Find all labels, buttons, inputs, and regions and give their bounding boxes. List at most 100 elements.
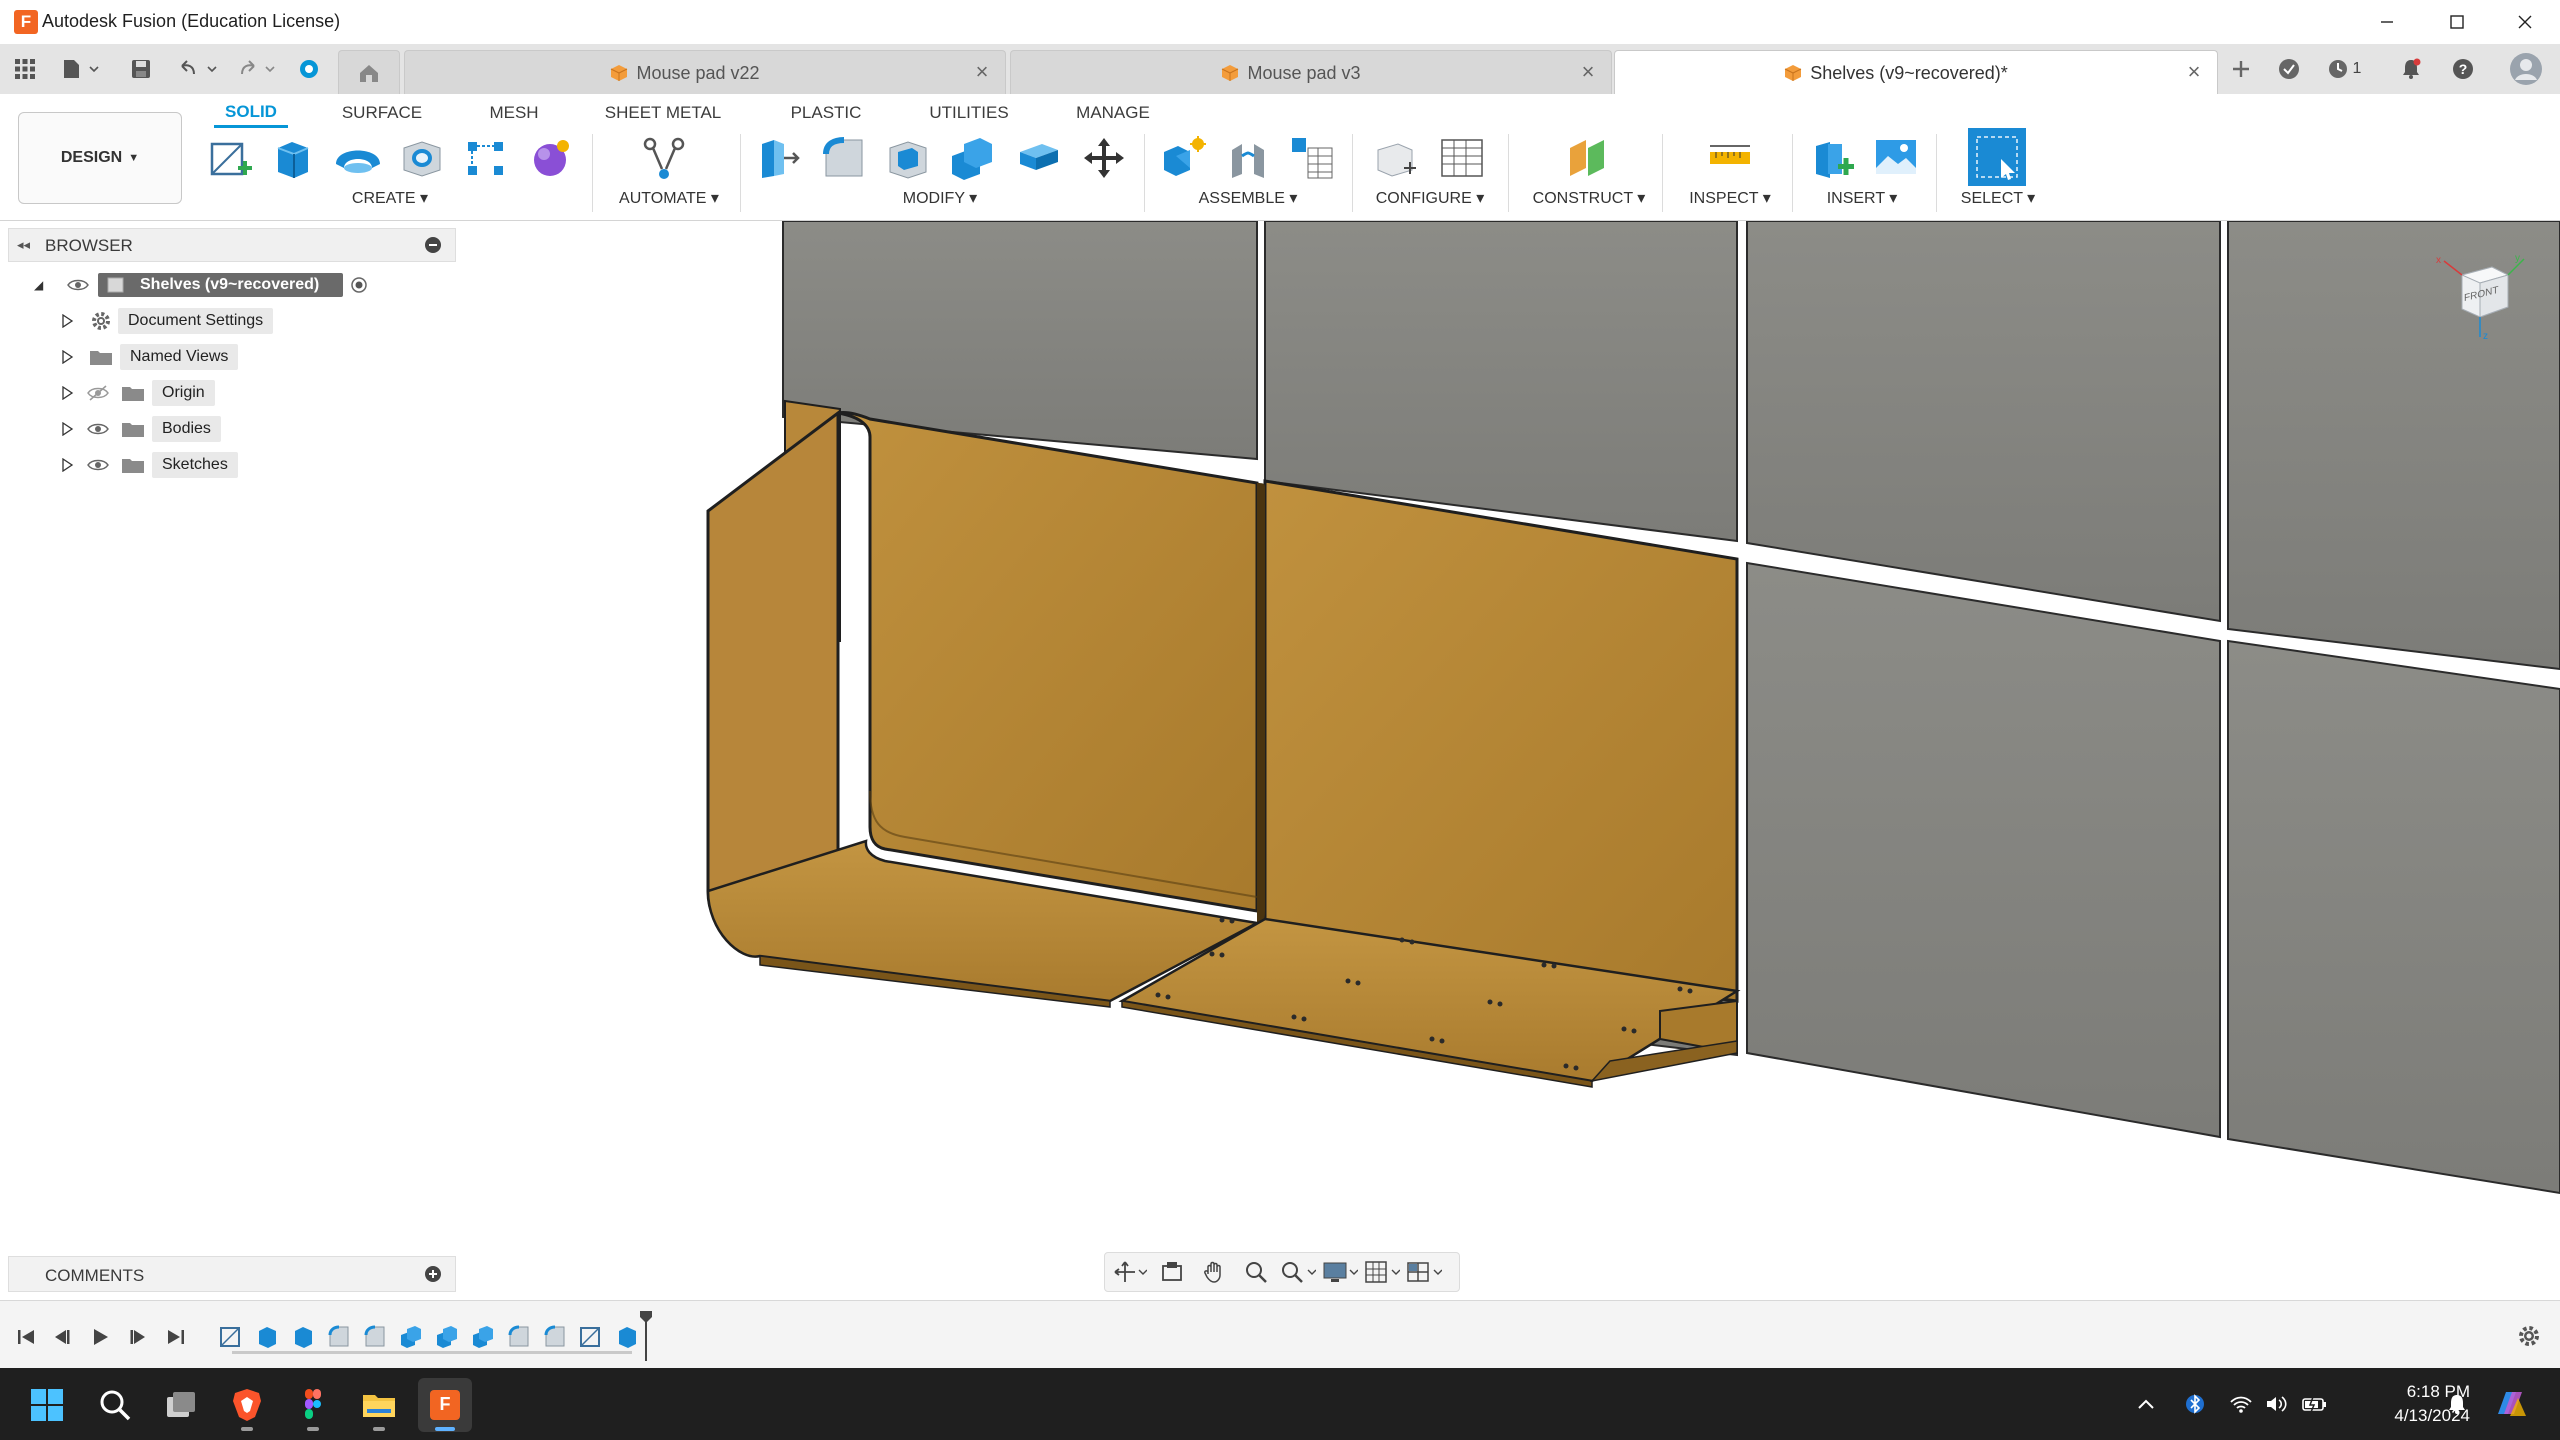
activate-radio-icon[interactable] [349,275,369,295]
windows-start-icon[interactable] [20,1378,74,1432]
construct-menu[interactable]: CONSTRUCT ▾ [1524,188,1654,210]
tree-item-document-settings[interactable]: Document Settings [60,306,456,336]
tab-manage[interactable]: MANAGE [1066,98,1160,128]
task-view-icon[interactable] [154,1378,208,1432]
expand-triangle-icon[interactable] [60,458,74,472]
grid-settings-icon[interactable] [1363,1256,1401,1288]
tab-mouse-pad-v22[interactable]: Mouse pad v22 × [404,50,1006,94]
tab-mesh[interactable]: MESH [474,98,554,128]
close-tab-icon[interactable]: × [2183,61,2205,83]
new-component-icon[interactable] [1158,130,1210,186]
tab-mouse-pad-v3[interactable]: Mouse pad v3 × [1010,50,1612,94]
expand-triangle-icon[interactable] [60,314,74,328]
collaboration-icon[interactable] [2274,54,2304,84]
browser-minimize-icon[interactable] [425,237,441,253]
expand-triangle-icon[interactable] [60,386,74,400]
notification-bell-icon[interactable] [2442,1386,2472,1422]
fusion-extension-icon[interactable] [294,54,324,84]
zoom-icon[interactable] [1237,1256,1275,1288]
tab-solid[interactable]: SOLID [214,98,288,128]
go-to-end-icon[interactable] [162,1323,190,1351]
close-tab-icon[interactable]: × [1577,61,1599,83]
collapse-panel-icon[interactable]: ◂◂ [17,237,30,253]
timeline-fillet-icon[interactable] [360,1321,390,1351]
timeline-combine-icon[interactable] [396,1321,426,1351]
automate-menu[interactable]: AUTOMATE ▾ [604,188,734,210]
redo-icon[interactable] [234,54,280,84]
fillet-icon[interactable] [818,130,870,186]
create-form-icon[interactable] [524,130,576,186]
wifi-icon[interactable] [2226,1386,2256,1422]
expand-triangle-icon[interactable] [60,350,74,364]
browser-panel-header[interactable]: ◂◂ BROWSER [8,228,456,262]
timeline-extrude-icon[interactable] [288,1321,318,1351]
file-menu-icon[interactable] [58,54,104,84]
play-icon[interactable] [86,1323,114,1351]
combine-icon[interactable] [946,130,998,186]
insert-menu[interactable]: INSERT ▾ [1804,188,1920,210]
timeline-combine-icon[interactable] [432,1321,462,1351]
eye-icon[interactable] [66,277,92,293]
step-forward-icon[interactable] [124,1323,152,1351]
maximize-button[interactable] [2422,0,2492,44]
eye-icon[interactable] [86,457,114,473]
hole-icon[interactable] [396,130,448,186]
pan-hand-icon[interactable] [1195,1256,1233,1288]
insert-canvas-icon[interactable] [1870,130,1922,186]
tree-item-bodies[interactable]: Bodies [60,414,456,444]
tree-root-item[interactable]: Shelves (v9~recovered) [98,273,344,297]
close-tab-icon[interactable]: × [971,61,993,83]
tab-sheet-metal[interactable]: SHEET METAL [596,98,730,128]
timeline-sketch-icon[interactable] [216,1321,246,1351]
eye-hidden-icon[interactable] [86,385,114,401]
shell-icon[interactable] [882,130,934,186]
configure-menu[interactable]: CONFIGURE ▾ [1370,188,1490,210]
job-status-button[interactable]: 1 [2322,54,2366,84]
assemble-menu[interactable]: ASSEMBLE ▾ [1188,188,1308,210]
bluetooth-icon[interactable] [2180,1386,2210,1422]
move-copy-icon[interactable] [1078,130,1130,186]
timeline-sketch-icon[interactable] [576,1321,606,1351]
measure-icon[interactable] [1704,130,1756,186]
step-back-icon[interactable] [48,1323,76,1351]
bill-of-materials-icon[interactable] [1286,130,1338,186]
automate-icon[interactable] [638,130,690,186]
home-tab[interactable] [338,50,400,94]
figma-icon[interactable] [286,1378,340,1432]
help-icon[interactable]: ? [2448,54,2478,84]
eye-icon[interactable] [86,421,114,437]
battery-icon[interactable] [2298,1386,2332,1422]
timeline-extrude-icon[interactable] [252,1321,282,1351]
configure-icon[interactable] [1370,130,1422,186]
modify-menu[interactable]: MODIFY ▾ [880,188,1000,210]
offset-plane-icon[interactable] [1562,130,1614,186]
workspace-switcher-button[interactable]: DESIGN ▼ [18,112,182,204]
press-pull-icon[interactable] [752,130,804,186]
revolve-icon[interactable] [332,130,384,186]
inspect-menu[interactable]: INSPECT ▾ [1672,188,1788,210]
extrude-icon[interactable] [266,130,318,186]
expand-triangle-icon[interactable] [60,422,74,436]
insert-derive-icon[interactable] [1808,130,1860,186]
undo-icon[interactable] [176,54,222,84]
select-menu[interactable]: SELECT ▾ [1940,188,2056,210]
tab-plastic[interactable]: PLASTIC [776,98,876,128]
offset-face-icon[interactable] [1012,130,1064,186]
create-menu[interactable]: CREATE ▾ [330,188,450,210]
tree-item-origin[interactable]: Origin [60,378,456,408]
new-tab-plus-icon[interactable] [2226,54,2256,84]
volume-icon[interactable] [2262,1386,2292,1422]
create-sketch-icon[interactable] [204,130,256,186]
show-hidden-icons-chevron-up-icon[interactable] [2130,1386,2162,1422]
tab-shelves[interactable]: Shelves (v9~recovered)* × [1614,50,2218,94]
file-explorer-icon[interactable] [352,1378,406,1432]
timeline-combine-icon[interactable] [468,1321,498,1351]
tab-utilities[interactable]: UTILITIES [916,98,1022,128]
copilot-icon[interactable] [2490,1386,2530,1422]
tab-surface[interactable]: SURFACE [332,98,432,128]
tree-item-sketches[interactable]: Sketches [60,450,456,480]
comments-panel-header[interactable]: COMMENTS [8,1256,456,1292]
minimize-button[interactable] [2352,0,2422,44]
select-icon[interactable] [1968,128,2026,186]
search-icon[interactable] [88,1378,142,1432]
